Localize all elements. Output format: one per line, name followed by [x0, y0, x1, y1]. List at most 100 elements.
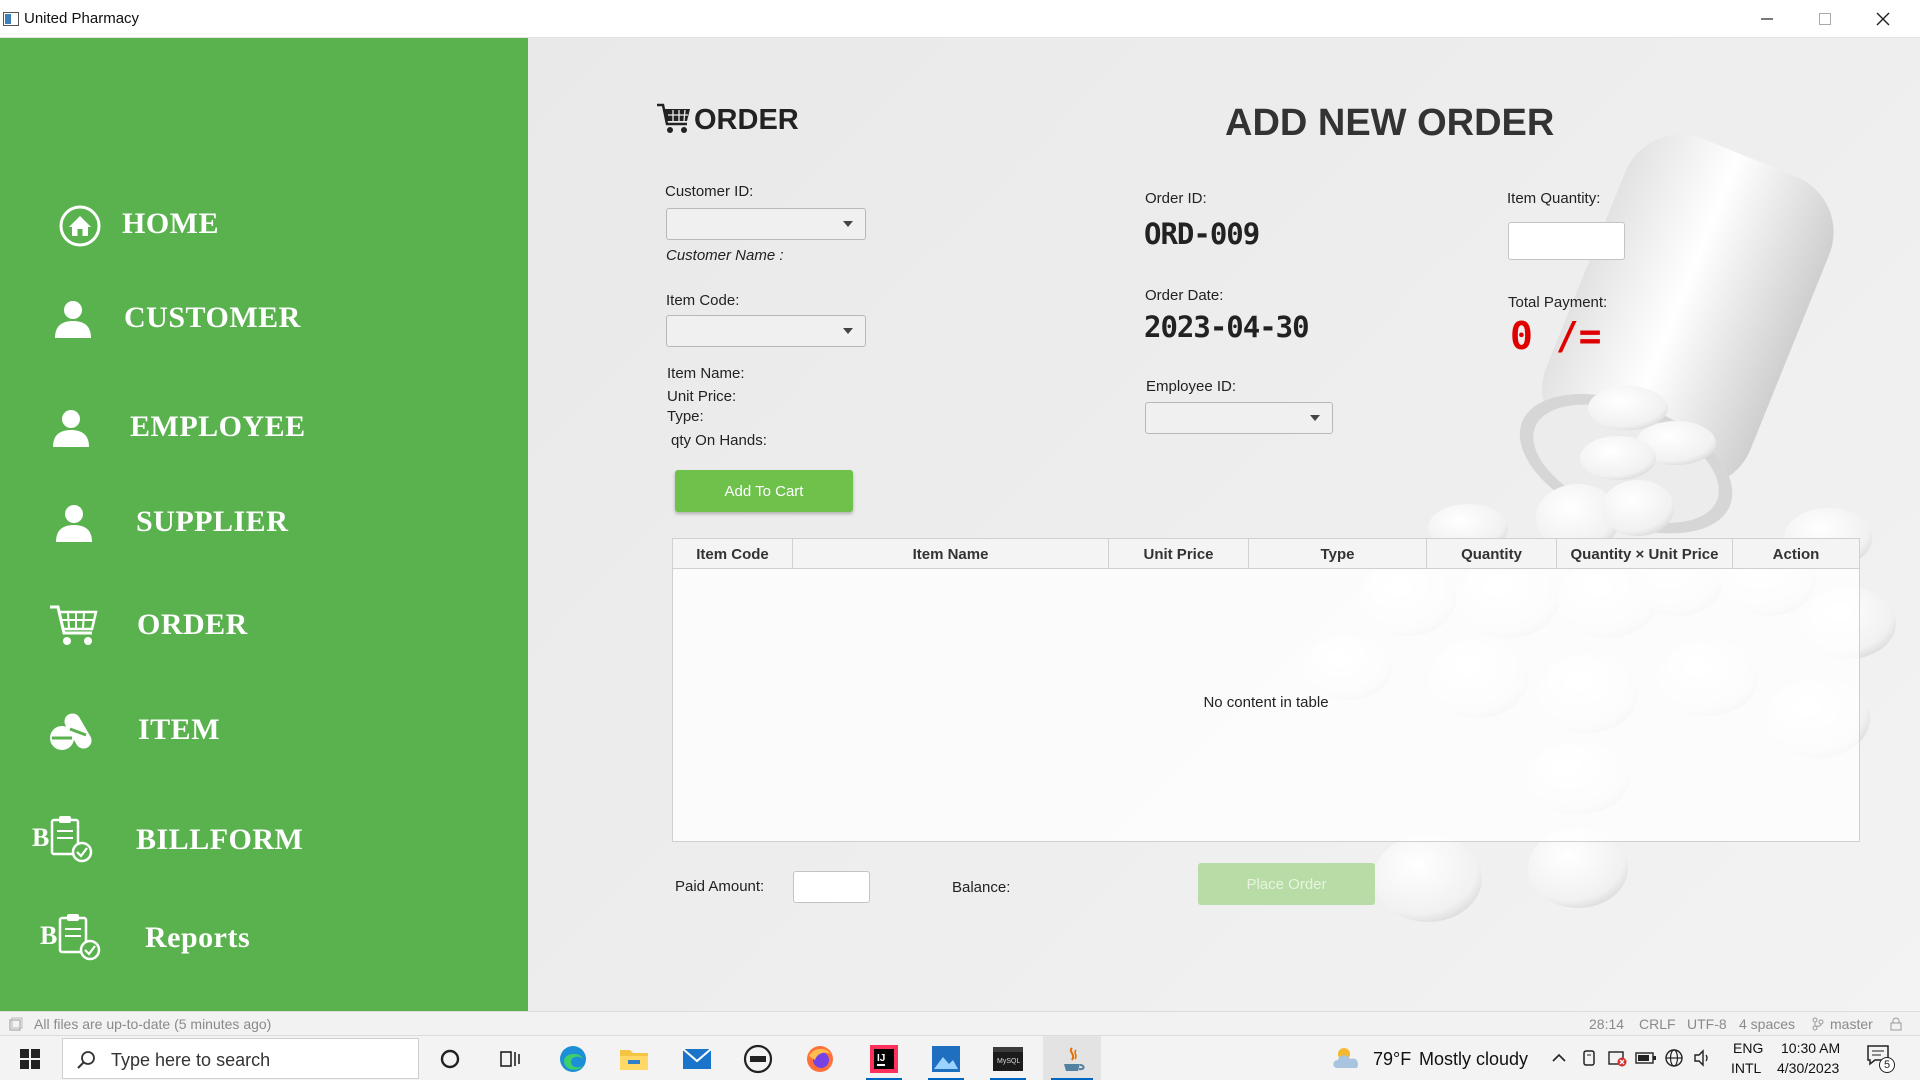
app-icon — [3, 12, 19, 26]
place-order-button[interactable]: Place Order — [1198, 863, 1375, 905]
taskbar-app-intellij[interactable]: IJ — [858, 1036, 910, 1080]
sidebar-item-home[interactable]: HOME — [0, 190, 528, 260]
taskbar-search-box[interactable]: Type here to search — [62, 1038, 419, 1079]
customer-name-label: Customer Name : — [666, 247, 784, 264]
cortana-circle-icon — [440, 1049, 460, 1068]
sidebar-item-billform[interactable]: B BILLFORM — [0, 806, 528, 876]
battery-icon[interactable] — [1635, 1051, 1657, 1065]
sidebar-item-employee[interactable]: EMPLOYEE — [0, 393, 528, 463]
sidebar-item-supplier[interactable]: SUPPLIER — [0, 488, 528, 558]
chevron-down-icon — [1310, 415, 1320, 421]
item-quantity-input[interactable] — [1508, 222, 1625, 260]
taskbar-app-photos[interactable] — [920, 1036, 972, 1080]
sidebar-item-reports[interactable]: B Reports — [0, 904, 528, 974]
input-layout[interactable]: INTL — [1731, 1060, 1761, 1076]
column-header-quantity[interactable]: Quantity — [1427, 539, 1557, 569]
network-globe-icon[interactable] — [1664, 1048, 1684, 1068]
cortana-button[interactable] — [424, 1036, 476, 1080]
line-ending[interactable]: CRLF — [1639, 1016, 1676, 1032]
mail-icon — [682, 1047, 712, 1069]
weather-cloudy-icon[interactable] — [1331, 1044, 1363, 1072]
chevron-up-icon[interactable] — [1551, 1052, 1567, 1064]
sidebar-label-customer: CUSTOMER — [124, 301, 301, 334]
start-button[interactable] — [0, 1036, 60, 1080]
paid-amount-label: Paid Amount: — [675, 878, 765, 895]
search-placeholder: Type here to search — [111, 1050, 271, 1070]
dell-logo-icon — [743, 1044, 773, 1073]
column-header-unit-price[interactable]: Unit Price — [1109, 539, 1249, 569]
column-header-action[interactable]: Action — [1733, 539, 1859, 569]
maximize-button[interactable] — [1796, 0, 1854, 38]
taskbar-app-mail[interactable] — [671, 1036, 723, 1080]
column-header-item-name[interactable]: Item Name — [793, 539, 1109, 569]
svg-text:B: B — [40, 921, 57, 950]
speaker-icon[interactable] — [1692, 1048, 1712, 1068]
notification-center-button[interactable]: 5 — [1866, 1044, 1898, 1074]
sidebar: HOME CUSTOMER EMPLOYEE SUPPLIER ORDER IT… — [0, 38, 528, 1011]
sidebar-label-item: ITEM — [138, 713, 221, 746]
cart-table[interactable]: Item Code Item Name Unit Price Type Quan… — [672, 538, 1860, 842]
balance-label: Balance: — [952, 879, 1011, 896]
close-icon — [1876, 12, 1890, 26]
task-view-button[interactable] — [484, 1036, 536, 1080]
taskbar-app-file-explorer[interactable] — [608, 1036, 660, 1080]
git-branch[interactable]: master — [1830, 1016, 1873, 1032]
taskbar-app-firefox[interactable] — [794, 1036, 846, 1080]
ide-status-bar: All files are up-to-date (5 minutes ago)… — [0, 1011, 1920, 1035]
ide-status-message: All files are up-to-date (5 minutes ago) — [34, 1016, 272, 1032]
edge-browser-icon — [560, 1045, 586, 1072]
weather-description[interactable]: Mostly cloudy — [1419, 1049, 1528, 1070]
input-language[interactable]: ENG — [1733, 1040, 1763, 1056]
cursor-position[interactable]: 28:14 — [1589, 1016, 1624, 1032]
order-id-label: Order ID: — [1145, 190, 1207, 207]
type-label: Type: — [667, 408, 704, 425]
cart-icon — [657, 103, 690, 133]
chevron-down-icon — [843, 221, 853, 227]
paid-amount-input[interactable] — [793, 871, 870, 903]
item-quantity-label: Item Quantity: — [1507, 190, 1601, 207]
employee-id-select[interactable] — [1145, 402, 1333, 434]
notification-count-badge: 5 — [1879, 1057, 1895, 1073]
svg-text:B: B — [32, 823, 49, 852]
search-icon — [77, 1051, 95, 1069]
sidebar-item-order[interactable]: ORDER — [0, 591, 528, 661]
page-title: ADD NEW ORDER — [1225, 102, 1555, 144]
add-to-cart-button[interactable]: Add To Cart — [675, 470, 853, 512]
git-branch-icon — [1812, 1017, 1824, 1031]
svg-text:MySQL: MySQL — [997, 1058, 1020, 1065]
sidebar-item-customer[interactable]: CUSTOMER — [0, 284, 528, 354]
clock-date[interactable]: 4/30/2023 — [1777, 1060, 1839, 1076]
qty-on-hands-label: qty On Hands: — [671, 432, 767, 449]
file-encoding[interactable]: UTF-8 — [1687, 1016, 1727, 1032]
photos-icon — [932, 1045, 960, 1072]
column-header-quantity-x-unit-price[interactable]: Quantity × Unit Price — [1557, 539, 1733, 569]
minimize-button[interactable] — [1738, 0, 1796, 38]
person-icon — [55, 301, 91, 338]
task-view-icon — [500, 1050, 520, 1067]
item-code-select[interactable] — [666, 315, 866, 347]
taskbar-app-java[interactable] — [1043, 1036, 1101, 1080]
customer-id-select[interactable] — [666, 208, 866, 240]
security-alert-icon[interactable] — [1607, 1048, 1627, 1068]
folder-icon — [620, 1049, 648, 1070]
taskbar-app-edge[interactable] — [547, 1036, 599, 1080]
total-payment-label: Total Payment: — [1508, 294, 1608, 311]
clock-time[interactable]: 10:30 AM — [1781, 1040, 1840, 1056]
device-icon[interactable] — [1581, 1049, 1597, 1067]
column-header-type[interactable]: Type — [1249, 539, 1427, 569]
close-button[interactable] — [1854, 0, 1912, 38]
java-icon — [1064, 1046, 1085, 1071]
sidebar-label-reports: Reports — [145, 921, 251, 954]
indent-setting[interactable]: 4 spaces — [1739, 1016, 1795, 1032]
sidebar-item-item[interactable]: ITEM — [0, 696, 528, 766]
taskbar-app-mysql[interactable]: MySQL — [982, 1036, 1034, 1080]
firefox-icon — [807, 1045, 833, 1072]
svg-text:IJ: IJ — [877, 1053, 885, 1064]
item-name-label: Item Name: — [667, 365, 745, 382]
lock-icon — [1890, 1017, 1902, 1031]
column-header-item-code[interactable]: Item Code — [673, 539, 793, 569]
sidebar-label-employee: EMPLOYEE — [130, 410, 306, 443]
taskbar-app-dell[interactable] — [732, 1036, 784, 1080]
weather-temperature[interactable]: 79°F — [1373, 1049, 1411, 1070]
total-payment-value: 0 /= — [1510, 314, 1602, 358]
